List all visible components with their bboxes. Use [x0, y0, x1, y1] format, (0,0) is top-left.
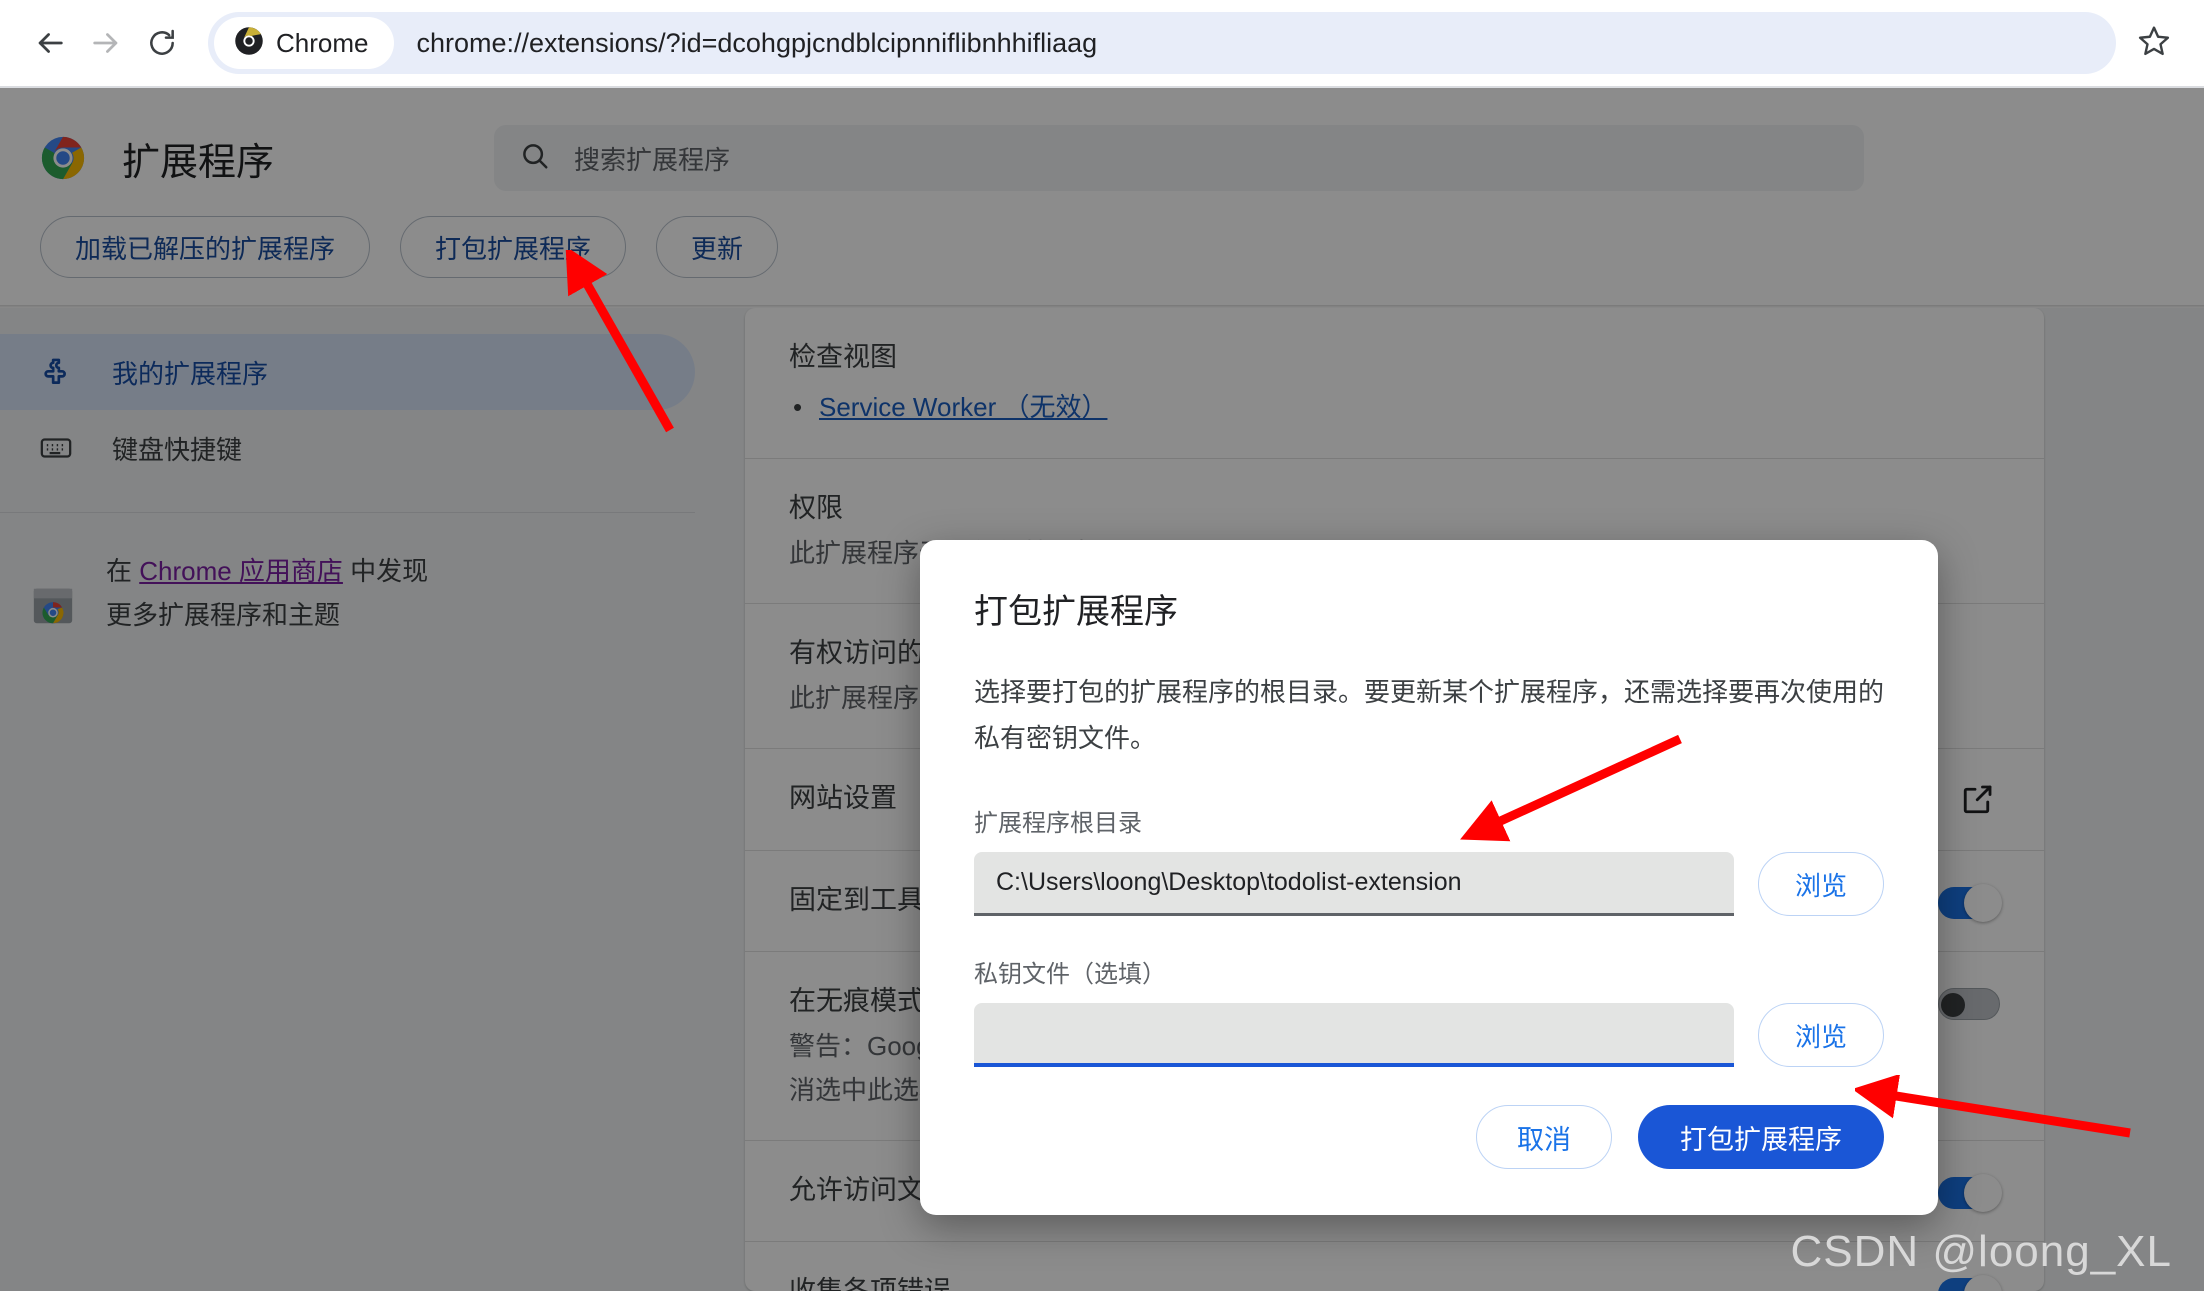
root-directory-label: 扩展程序根目录	[974, 810, 1142, 837]
omnibox-chip[interactable]: Chrome	[214, 17, 395, 69]
browse-root-directory-button[interactable]: 浏览	[1757, 852, 1884, 916]
cancel-button[interactable]: 取消	[1476, 1105, 1612, 1169]
watermark: CSDN @loong_XL	[1790, 1227, 2172, 1276]
bookmark-star-icon	[2137, 24, 2171, 63]
reload-button[interactable]	[134, 15, 190, 71]
dialog-actions: 取消 打包扩展程序	[974, 1105, 1884, 1169]
chrome-logo-icon	[234, 26, 264, 61]
browser-toolbar: Chrome chrome://extensions/?id=dcohgpjcn…	[0, 0, 2204, 86]
root-directory-field-row: C:\Users\loong\Desktop\todolist-extensio…	[974, 852, 1884, 916]
reload-icon	[146, 27, 178, 59]
browser-window: Chrome chrome://extensions/?id=dcohgpjcn…	[0, 0, 2204, 1291]
forward-button[interactable]	[78, 15, 134, 71]
back-button[interactable]	[22, 15, 78, 71]
pack-extension-dialog: 打包扩展程序 选择要打包的扩展程序的根目录。要更新某个扩展程序，还需选择要再次使…	[920, 540, 1938, 1215]
arrow-left-icon	[33, 26, 67, 60]
url-text[interactable]: chrome://extensions/?id=dcohgpjcndblcipn…	[416, 28, 2116, 59]
private-key-label: 私钥文件（选填）	[974, 961, 1166, 988]
dialog-title: 打包扩展程序	[974, 593, 1178, 631]
bookmark-button[interactable]	[2126, 15, 2182, 71]
address-bar[interactable]: Chrome chrome://extensions/?id=dcohgpjcn…	[208, 12, 2116, 74]
omnibox-chip-label: Chrome	[276, 27, 369, 58]
root-directory-input[interactable]: C:\Users\loong\Desktop\todolist-extensio…	[974, 852, 1734, 916]
dialog-description: 选择要打包的扩展程序的根目录。要更新某个扩展程序，还需选择要再次使用的私有密钥文…	[974, 677, 1885, 753]
private-key-field-row: 浏览	[974, 1003, 1884, 1067]
private-key-input[interactable]	[974, 1003, 1734, 1067]
arrow-right-icon	[89, 26, 123, 60]
confirm-pack-extension-button[interactable]: 打包扩展程序	[1638, 1105, 1884, 1169]
browse-private-key-button[interactable]: 浏览	[1757, 1003, 1884, 1067]
